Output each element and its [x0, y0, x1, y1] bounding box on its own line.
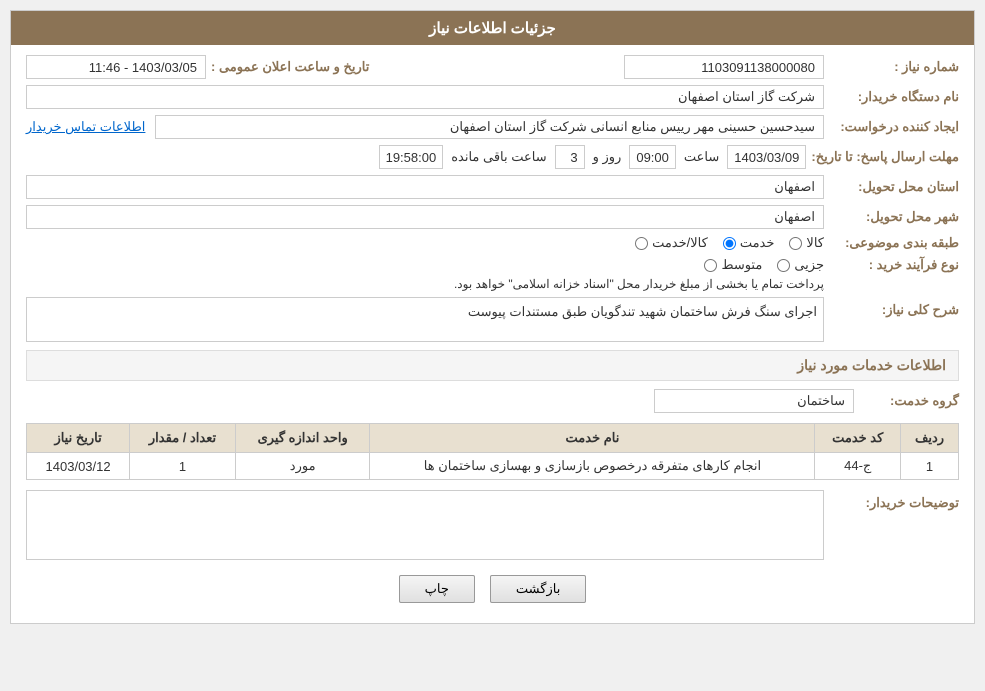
buyer-label: نام دستگاه خریدار:: [829, 89, 959, 105]
col-name: نام خدمت: [370, 424, 815, 453]
print-button[interactable]: چاپ: [399, 575, 475, 603]
category-radio-group: کالا خدمت کالا/خدمت: [635, 235, 824, 251]
col-quantity: تعداد / مقدار: [130, 424, 236, 453]
category-option-both[interactable]: کالا/خدمت: [635, 235, 708, 251]
process-option-medium[interactable]: متوسط: [704, 257, 762, 273]
remaining-value: 19:58:00: [379, 145, 444, 169]
buyer-notes-box: [26, 490, 824, 560]
day-label: روز و: [593, 149, 622, 165]
province-label: استان محل تحویل:: [829, 179, 959, 195]
need-number-label: شماره نیاز :: [829, 59, 959, 75]
process-radio-group: جزیی متوسط: [454, 257, 824, 273]
day-value: 3: [555, 145, 585, 169]
buyer-value: شرکت گاز استان اصفهان: [26, 85, 824, 109]
page-header: جزئیات اطلاعات نیاز: [11, 11, 974, 45]
services-table: ردیف کد خدمت نام خدمت واحد اندازه گیری ت…: [26, 423, 959, 480]
category-option-goods[interactable]: کالا: [789, 235, 824, 251]
time-value: 09:00: [629, 145, 676, 169]
process-option-partial[interactable]: جزیی: [777, 257, 824, 273]
province-value: اصفهان: [26, 175, 824, 199]
group-label: گروه خدمت:: [859, 393, 959, 409]
col-unit: واحد اندازه گیری: [235, 424, 370, 453]
page-title: جزئیات اطلاعات نیاز: [429, 20, 556, 37]
back-button[interactable]: بازگشت: [490, 575, 586, 603]
deadline-label: مهلت ارسال پاسخ: تا تاریخ:: [811, 149, 959, 165]
category-label: طبقه بندی موضوعی:: [829, 235, 959, 251]
public-announcement-label: تاریخ و ساعت اعلان عمومی :: [211, 59, 369, 75]
table-row: 1ج-44انجام کارهای متفرقه درخصوص بازسازی …: [27, 453, 959, 480]
time-label: ساعت: [684, 149, 719, 165]
group-value: ساختمان: [654, 389, 854, 413]
city-label: شهر محل تحویل:: [829, 209, 959, 225]
description-label: شرح کلی نیاز:: [829, 297, 959, 318]
requester-value: سیدحسین حسینی مهر رییس منابع انسانی شرکت…: [155, 115, 824, 139]
city-value: اصفهان: [26, 205, 824, 229]
contact-link[interactable]: اطلاعات تماس خریدار: [26, 119, 145, 135]
category-option-service[interactable]: خدمت: [723, 235, 775, 251]
services-section-header: اطلاعات خدمات مورد نیاز: [26, 350, 959, 381]
process-note: پرداخت تمام یا بخشی از مبلغ خریدار محل "…: [454, 277, 824, 291]
process-label: نوع فرآیند خرید :: [829, 257, 959, 273]
services-table-container: ردیف کد خدمت نام خدمت واحد اندازه گیری ت…: [26, 423, 959, 480]
date-value: 1403/03/09: [727, 145, 806, 169]
remaining-label: ساعت باقی مانده: [451, 149, 546, 165]
need-number-value: 1103091138000080: [624, 55, 824, 79]
requester-label: ایجاد کننده درخواست:: [829, 119, 959, 135]
public-announcement-value: 1403/03/05 - 11:46: [26, 55, 206, 79]
col-code: کد خدمت: [815, 424, 901, 453]
buyer-notes-row: توضیحات خریدار:: [26, 490, 959, 560]
action-buttons: بازگشت چاپ: [26, 575, 959, 603]
buyer-notes-label: توضیحات خریدار:: [829, 490, 959, 511]
col-date: تاریخ نیاز: [27, 424, 130, 453]
col-row: ردیف: [901, 424, 959, 453]
description-value: اجرای سنگ فرش ساختمان شهید تندگویان طبق …: [26, 297, 824, 342]
